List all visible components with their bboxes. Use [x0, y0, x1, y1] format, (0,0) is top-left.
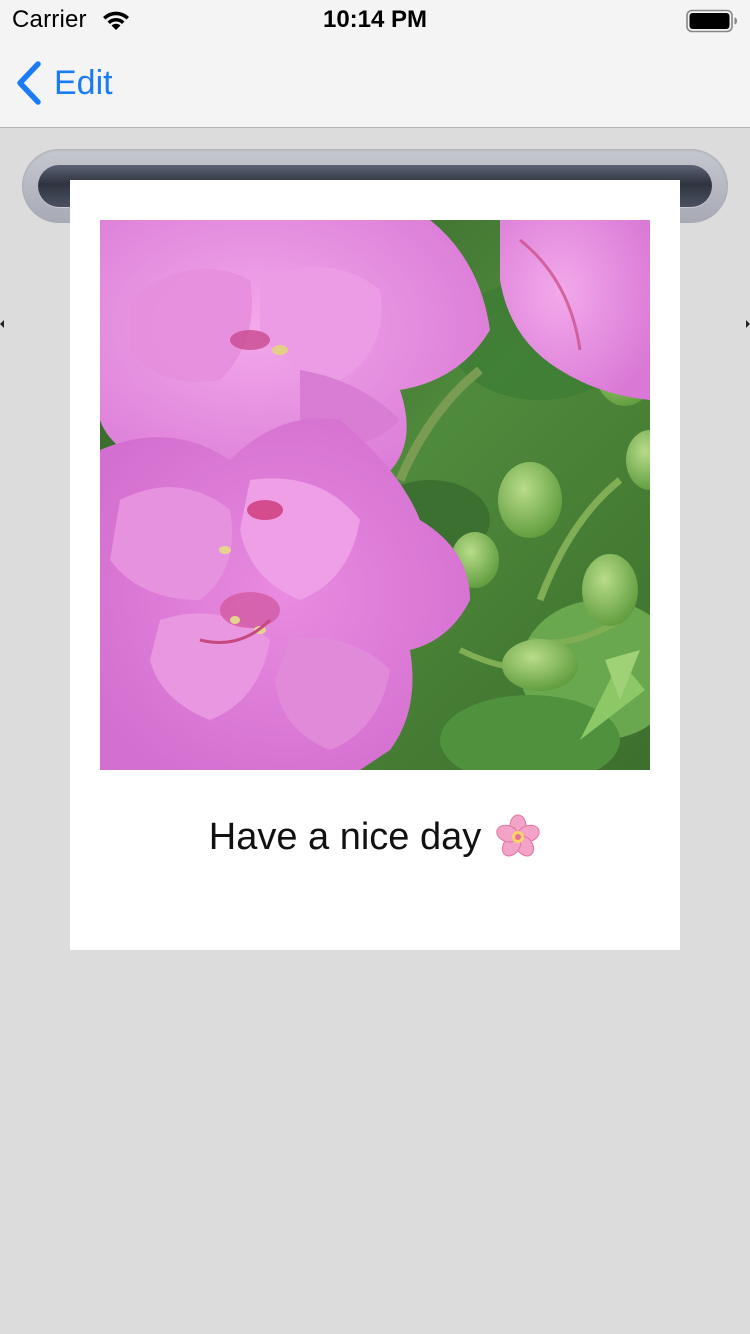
left-edge-marker — [0, 320, 4, 328]
status-time: 10:14 PM — [322, 6, 428, 33]
card-caption: Have a nice day — [70, 814, 680, 860]
battery-icon — [686, 9, 737, 33]
right-edge-marker — [746, 320, 750, 328]
cherry-blossom-icon — [496, 814, 540, 857]
caption-text: Have a nice day — [208, 815, 482, 858]
status-bar: Carrier 10:14 PM — [0, 0, 750, 40]
back-button-label: Edit — [54, 63, 113, 102]
flower-photo — [100, 220, 650, 770]
top-bar: Carrier 10:14 PM Edit — [0, 0, 750, 128]
chevron-left-icon — [17, 61, 41, 105]
greeting-card: Have a nice day — [70, 180, 680, 950]
navigation-bar: Edit — [0, 40, 750, 128]
back-button[interactable]: Edit — [14, 58, 113, 108]
